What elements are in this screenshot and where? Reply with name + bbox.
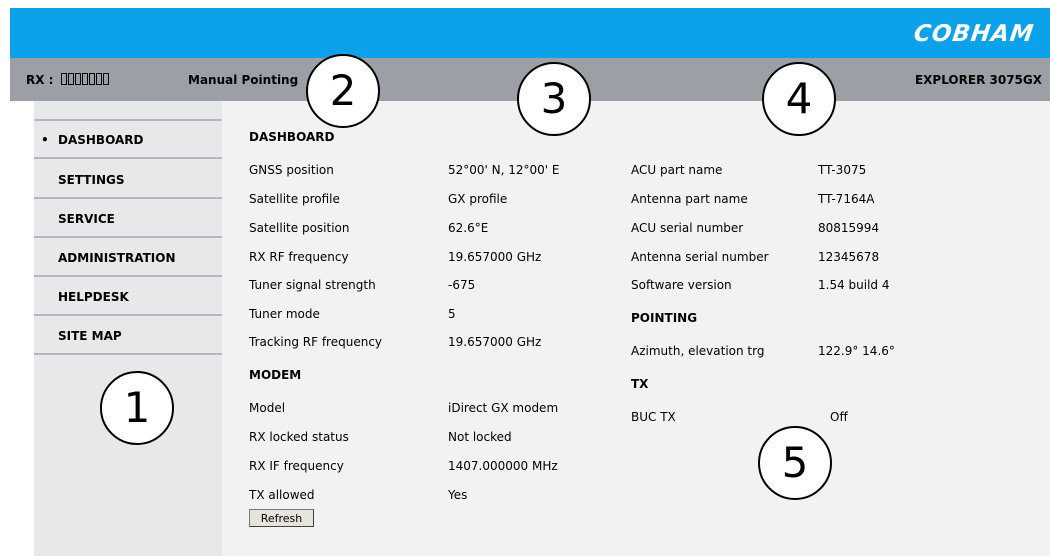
sidebar-item-label: SETTINGS <box>58 173 125 187</box>
row-value: 19.657000 GHz <box>448 250 542 264</box>
sidebar-item-dashboard[interactable]: • DASHBOARD <box>34 121 222 159</box>
row-label: Satellite position <box>249 221 350 235</box>
row-label: Azimuth, elevation trg <box>631 344 765 358</box>
sidebar-item-label: SITE MAP <box>58 329 122 343</box>
row-value: -675 <box>448 278 476 292</box>
sidebar-item-label: DASHBOARD <box>58 133 144 147</box>
sidebar-item-label: HELPDESK <box>58 290 129 304</box>
sidebar-item-label: SERVICE <box>58 212 115 226</box>
row-value: TT-7164A <box>818 192 875 206</box>
row-label: Satellite profile <box>249 192 340 206</box>
row-value: 80815994 <box>818 221 880 235</box>
row-label: BUC TX <box>631 410 676 424</box>
active-bullet-icon: • <box>41 133 49 147</box>
section-title-modem: MODEM <box>249 368 302 382</box>
sidebar-item-service[interactable]: SERVICE <box>34 200 222 238</box>
sidebar-item-site-map[interactable]: SITE MAP <box>34 317 222 355</box>
row-label: ACU part name <box>631 163 723 177</box>
row-label: TX allowed <box>249 488 315 502</box>
row-value: 1407.000000 MHz <box>448 459 558 473</box>
row-label: RX IF frequency <box>249 459 344 473</box>
top-banner: COBHAM <box>10 8 1050 58</box>
row-value: Yes <box>448 488 468 502</box>
row-value: Not locked <box>448 430 512 444</box>
row-label: ACU serial number <box>631 221 744 235</box>
row-label: Antenna serial number <box>631 250 769 264</box>
product-name: EXPLORER 3075GX <box>914 73 1042 87</box>
row-value: GX profile <box>448 192 508 206</box>
row-value: 62.6°E <box>448 221 489 235</box>
row-value: 19.657000 GHz <box>448 335 542 349</box>
row-value: 52°00' N, 12°00' E <box>448 163 560 177</box>
row-label: Antenna part name <box>631 192 748 206</box>
callout-3: 3 <box>517 62 591 136</box>
row-label: RX locked status <box>249 430 349 444</box>
section-title-dashboard: DASHBOARD <box>249 130 335 144</box>
sidebar-item-administration[interactable]: ADMINISTRATION <box>34 239 222 277</box>
dashboard-panel: DASHBOARD GNSS position 52°00' N, 12°00'… <box>222 101 1050 556</box>
row-value: 5 <box>448 307 456 321</box>
callout-2: 2 <box>306 54 380 128</box>
pointing-mode: Manual Pointing <box>188 73 299 87</box>
sidebar-item-settings[interactable]: SETTINGS <box>34 161 222 199</box>
row-label: Tracking RF frequency <box>249 335 383 349</box>
sidebar-item-helpdesk[interactable]: HELPDESK <box>34 278 222 316</box>
row-value: 1.54 build 4 <box>818 278 890 292</box>
row-label: RX RF frequency <box>249 250 349 264</box>
sidebar-nav: • DASHBOARD SETTINGS SERVICE ADMINISTRAT… <box>34 101 222 556</box>
row-label: GNSS position <box>249 163 334 177</box>
row-value: TT-3075 <box>818 163 867 177</box>
sidebar-item-label: ADMINISTRATION <box>58 251 176 265</box>
row-label: Tuner mode <box>249 307 320 321</box>
signal-bars-icon <box>60 73 110 88</box>
row-value: 122.9° 14.6° <box>818 344 895 358</box>
section-title-tx: TX <box>631 377 649 391</box>
cobham-logo: COBHAM <box>912 21 1036 47</box>
refresh-button[interactable]: Refresh <box>249 509 314 527</box>
rx-label: RX : <box>26 73 54 87</box>
row-value: 12345678 <box>818 250 880 264</box>
callout-1: 1 <box>100 371 174 445</box>
row-label: Software version <box>631 278 732 292</box>
row-label: Tuner signal strength <box>249 278 376 292</box>
rx-indicator: RX : <box>26 73 110 88</box>
row-label: Model <box>249 401 286 415</box>
row-value: Off <box>830 410 848 424</box>
callout-5: 5 <box>758 426 832 500</box>
callout-4: 4 <box>762 62 836 136</box>
row-value: iDirect GX modem <box>448 401 559 415</box>
section-title-pointing: POINTING <box>631 311 698 325</box>
